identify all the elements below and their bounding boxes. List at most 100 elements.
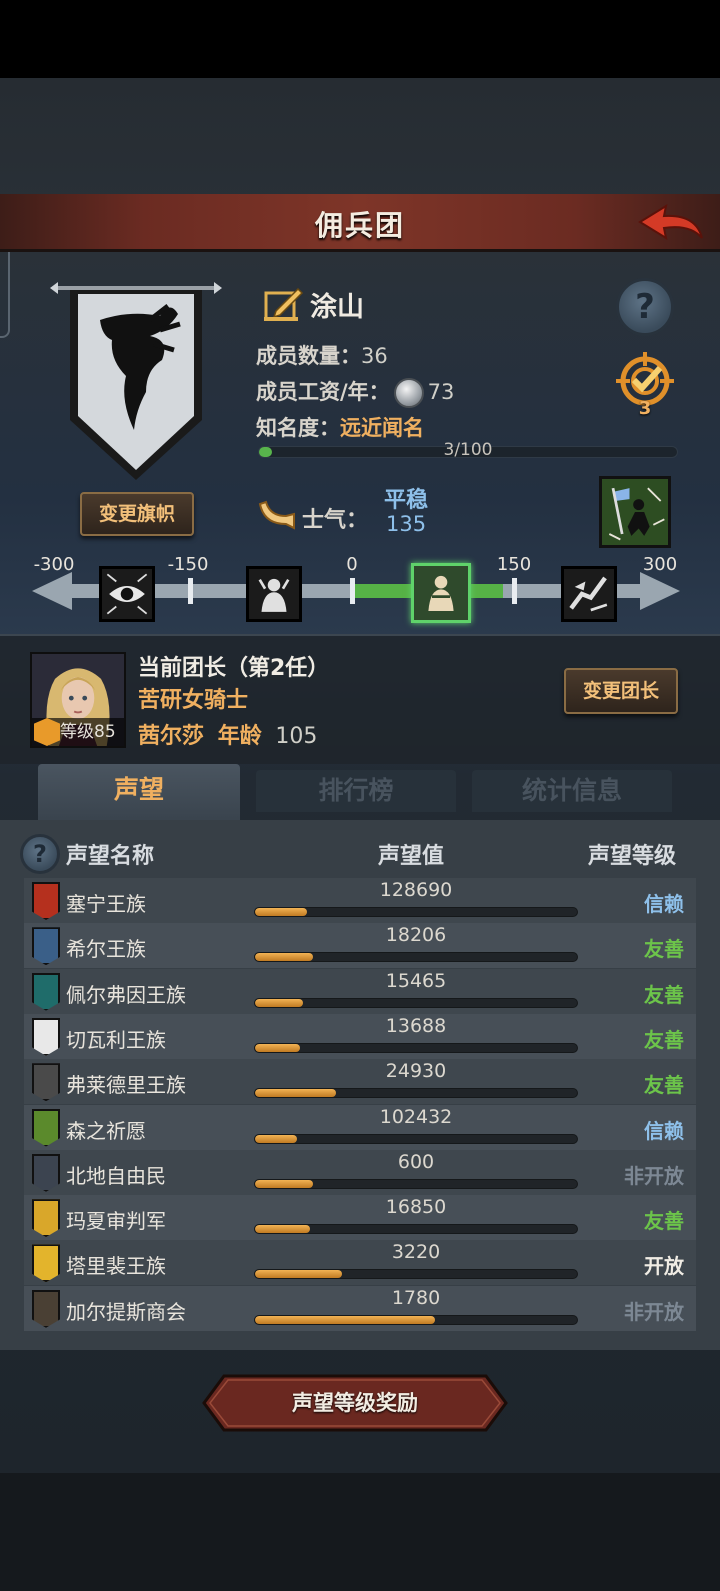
table-row[interactable]: 弗莱德里王族 24930 友善 (24, 1059, 696, 1105)
change-flag-button[interactable]: 变更旗帜 (80, 492, 194, 536)
scale-arrow-left (32, 572, 72, 610)
faction-emblem-icon (32, 1108, 60, 1147)
scale-label: 150 (496, 554, 532, 575)
panic-eye-icon[interactable] (99, 566, 155, 622)
fame-value: 远近闻名 (340, 416, 424, 440)
reputation-level: 友善 (644, 982, 684, 1007)
morale-state: 平稳 (384, 488, 429, 513)
faction-name: 塞宁王族 (66, 892, 146, 916)
steady-figure-icon[interactable] (411, 563, 471, 623)
reputation-progress-bar (254, 997, 578, 1008)
edit-name-icon[interactable] (262, 285, 304, 323)
reputation-value: 3220 (391, 1241, 441, 1264)
faction-name: 弗莱德里王族 (66, 1073, 186, 1098)
scale-arrow-right (640, 572, 680, 610)
company-name: 涂山 (310, 291, 364, 323)
reward-button-label: 声望等级奖励 (292, 1391, 418, 1415)
scale-label: -300 (33, 554, 75, 575)
faction-emblem-icon (32, 927, 60, 966)
reputation-level: 信赖 (644, 1118, 684, 1143)
despair-figure-icon[interactable] (246, 566, 302, 622)
wage-line: 成员工资/年： 73 (256, 376, 454, 408)
faction-emblem-icon (32, 1017, 60, 1056)
reputation-progress-fill (255, 1134, 297, 1143)
faction-name: 塔里裴王族 (66, 1254, 166, 1279)
faction-emblem-icon (32, 972, 60, 1011)
scale-tick (512, 578, 517, 604)
rally-flag-icon[interactable] (599, 476, 671, 548)
table-row[interactable]: 加尔提斯商会 1780 非开放 (24, 1285, 696, 1331)
leader-name: 茜尔莎 (138, 724, 205, 749)
table-row[interactable]: 塔里裴王族 3220 开放 (24, 1240, 696, 1286)
reputation-value: 15465 (385, 969, 447, 992)
wage-value: 73 (427, 380, 455, 404)
horn-icon (258, 500, 295, 530)
reputation-progress-fill (255, 1179, 313, 1188)
reputation-progress-fill (255, 1043, 301, 1052)
confident-charge-icon[interactable] (561, 566, 617, 622)
table-row[interactable]: 北地自由民 600 非开放 (24, 1149, 696, 1195)
faction-name: 森之祈愿 (66, 1118, 146, 1143)
reputation-progress-bar (254, 1314, 578, 1325)
fame-label: 知名度： (256, 416, 340, 440)
leader-age-label: 年龄 (217, 724, 262, 749)
reputation-progress-bar (254, 907, 578, 917)
reputation-value: 24930 (385, 1060, 447, 1083)
reputation-value: 16850 (385, 1196, 447, 1219)
reputation-level: 友善 (644, 1209, 684, 1234)
quest-count: 3 (638, 398, 652, 419)
bottom-bar (0, 1473, 720, 1591)
scale-tick (188, 578, 193, 604)
change-leader-button[interactable]: 变更团长 (564, 668, 678, 714)
header-faction-name: 声望名称 (66, 844, 155, 869)
reputation-progress-bar (254, 952, 578, 963)
faction-emblem-icon (32, 1289, 60, 1328)
scale-tick (350, 578, 355, 604)
faction-name: 希尔王族 (66, 937, 146, 962)
scale-label: 300 (642, 554, 678, 575)
leader-age-value: 105 (275, 724, 318, 749)
tab-reputation[interactable]: 声望 (38, 764, 240, 822)
reputation-progress-fill (255, 1270, 342, 1279)
leader-class: 苦研女骑士 (138, 688, 249, 713)
reputation-progress-fill (255, 908, 307, 916)
reputation-progress-bar (254, 1088, 578, 1099)
scale-label: 0 (346, 554, 358, 575)
morale-label: 士气： (302, 508, 369, 533)
tab-statistics[interactable]: 统计信息 (472, 770, 672, 812)
status-bar (0, 0, 720, 78)
tab-leaderboard[interactable]: 排行榜 (256, 770, 456, 812)
reputation-progress-bar (254, 1042, 578, 1053)
member-count-label: 成员数量： (256, 344, 361, 368)
fame-progress-text: 3/100 (443, 440, 493, 460)
faction-name: 加尔提斯商会 (66, 1299, 186, 1324)
reputation-value: 600 (397, 1150, 435, 1173)
table-row[interactable]: 玛夏审判军 16850 友善 (24, 1195, 696, 1241)
header-reputation-value: 声望值 (378, 844, 445, 869)
reputation-progress-bar (254, 1224, 578, 1235)
leader-info-line: 茜尔莎 年龄 105 (138, 718, 317, 750)
reputation-progress-fill (255, 1315, 436, 1324)
reputation-level: 信赖 (644, 892, 684, 916)
table-row[interactable]: 塞宁王族 128690 信赖 (24, 878, 696, 923)
faction-name: 北地自由民 (66, 1163, 166, 1188)
reputation-progress-bar (254, 1133, 578, 1144)
wage-label: 成员工资/年： (256, 380, 390, 404)
table-row[interactable]: 希尔王族 18206 友善 (24, 923, 696, 969)
table-row[interactable]: 佩尔弗因王族 15465 友善 (24, 968, 696, 1014)
member-count-line: 成员数量：36 (256, 340, 388, 370)
table-row[interactable]: 切瓦利王族 13688 友善 (24, 1013, 696, 1059)
reputation-value: 128690 (379, 879, 453, 901)
header-bar: 佣兵团 (0, 194, 720, 252)
morale-value: 135 (386, 512, 427, 536)
reputation-level: 非开放 (624, 1299, 684, 1324)
faction-emblem-icon (32, 1244, 60, 1283)
help-question-icon[interactable]: ? (616, 278, 674, 336)
table-row[interactable]: 森之祈愿 102432 信赖 (24, 1104, 696, 1150)
reputation-level: 开放 (644, 1254, 684, 1279)
level-shield-icon (34, 718, 60, 746)
faction-name: 玛夏审判军 (66, 1209, 166, 1234)
page-title: 佣兵团 (314, 209, 405, 242)
back-arrow-icon[interactable] (636, 202, 706, 244)
reputation-help-icon[interactable]: ? (20, 834, 60, 874)
